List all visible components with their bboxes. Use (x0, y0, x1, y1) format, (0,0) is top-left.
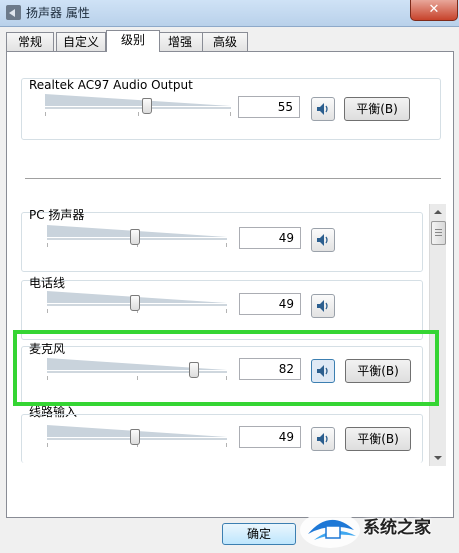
channel-label-pc-speaker: PC 扬声器 (29, 208, 85, 222)
line-in-mute-button[interactable] (311, 427, 335, 451)
microphone-mute-button[interactable] (311, 359, 335, 383)
scroll-up-icon[interactable] (430, 204, 446, 220)
slider-thumb[interactable] (189, 362, 199, 378)
speaker-icon (317, 300, 328, 312)
title-bar: 扬声器 属性 ✕ (0, 0, 459, 27)
slider-thumb[interactable] (130, 295, 140, 311)
pc-speaker-value[interactable]: 49 (239, 227, 301, 249)
master-output-label: Realtek AC97 Audio Output (29, 78, 193, 92)
pc-speaker-mute-button[interactable] (311, 228, 335, 252)
channel-label-microphone: 麦克风 (29, 342, 66, 356)
speaker-icon (317, 433, 328, 445)
slider-thumb[interactable] (130, 429, 140, 445)
microphone-slider[interactable] (47, 358, 227, 382)
channel-label-phone-line: 电话线 (29, 276, 66, 290)
tab-levels[interactable]: 级别 (106, 30, 160, 52)
microphone-balance-button[interactable]: 平衡(B) (345, 359, 411, 383)
levels-panel: Realtek AC97 Audio Output 55 平衡(B) PC 扬声… (6, 51, 454, 518)
speaker-app-icon (6, 5, 21, 20)
line-in-balance-button[interactable]: 平衡(B) (345, 427, 411, 451)
speaker-icon (317, 103, 328, 115)
line-in-slider[interactable] (47, 425, 227, 449)
window-title: 扬声器 属性 (26, 6, 90, 20)
speaker-icon (317, 365, 328, 377)
phone-line-mute-button[interactable] (311, 294, 335, 318)
pc-speaker-slider[interactable] (47, 225, 227, 249)
scroll-thumb[interactable] (431, 221, 446, 245)
tab-general[interactable]: 常规 (6, 32, 54, 51)
separator (25, 178, 441, 179)
scroll-down-icon[interactable] (430, 450, 446, 466)
line-in-value[interactable]: 49 (239, 426, 301, 448)
master-balance-button[interactable]: 平衡(B) (344, 97, 410, 121)
master-volume-slider[interactable] (45, 94, 231, 118)
tab-custom[interactable]: 自定义 (56, 32, 106, 51)
tab-advanced[interactable]: 高级 (202, 32, 248, 51)
close-button[interactable]: ✕ (410, 0, 458, 21)
microphone-value[interactable]: 82 (239, 358, 301, 380)
master-volume-value[interactable]: 55 (238, 96, 300, 118)
tab-enhancements[interactable]: 增强 (157, 32, 203, 51)
phone-line-value[interactable]: 49 (239, 293, 301, 315)
vertical-scrollbar[interactable] (429, 204, 446, 466)
phone-line-slider[interactable] (47, 291, 227, 315)
watermark-text: 系统之家 (363, 518, 431, 538)
ok-button[interactable]: 确定 (222, 523, 296, 545)
master-mute-button[interactable] (311, 97, 335, 121)
slider-thumb[interactable] (142, 98, 152, 114)
slider-thumb[interactable] (130, 229, 140, 245)
speaker-icon (317, 234, 328, 246)
